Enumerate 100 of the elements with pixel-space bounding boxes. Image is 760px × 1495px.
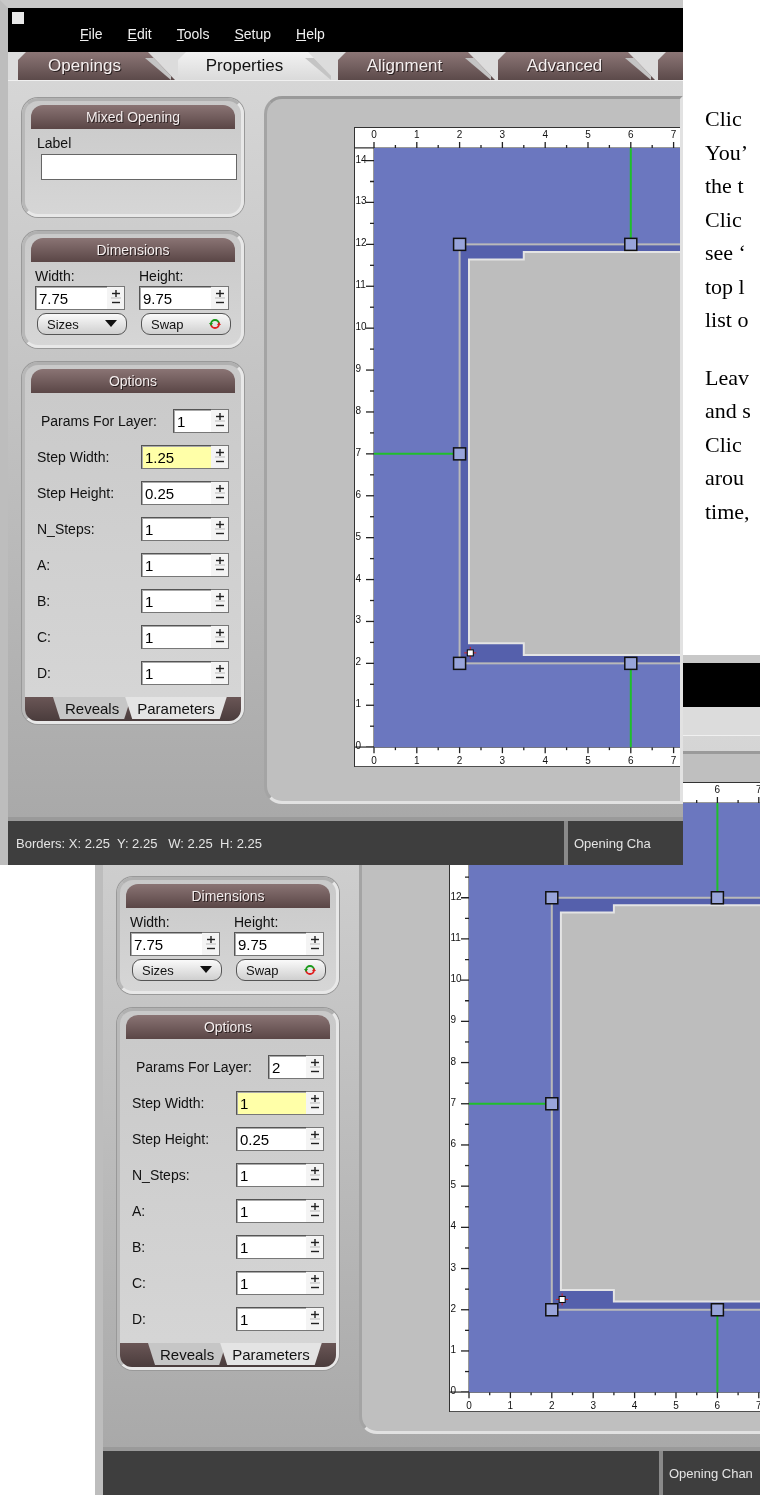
field-label: N_Steps: <box>37 521 95 537</box>
number-field[interactable]: 9.75 <box>139 286 211 310</box>
circular-arrows-icon <box>304 964 316 976</box>
ruler-label: 12 <box>450 890 462 902</box>
resize-handle[interactable] <box>545 1303 559 1317</box>
ruler-label: 7 <box>450 1096 457 1108</box>
caret-icon <box>105 320 117 328</box>
spin-button[interactable] <box>211 445 229 469</box>
field-label: N_Steps: <box>132 1167 190 1183</box>
number-field[interactable]: 1 <box>236 1307 306 1331</box>
number-field[interactable]: 1 <box>236 1271 306 1295</box>
number-field[interactable]: 1 <box>141 589 211 613</box>
field-label: B: <box>132 1239 146 1255</box>
number-field[interactable]: 1 <box>173 409 211 433</box>
ruler-label: 11 <box>355 279 366 291</box>
ruler-label: 7 <box>670 755 677 767</box>
ruler-label: 7 <box>355 446 362 458</box>
spin-button[interactable] <box>211 625 229 649</box>
number-field[interactable]: 1 <box>141 553 211 577</box>
ruler-label: 6 <box>450 1137 457 1149</box>
spin-button[interactable] <box>306 1235 324 1259</box>
ruler-label: 6 <box>628 129 634 140</box>
number-field[interactable]: 0.25 <box>141 481 211 505</box>
number-field[interactable]: 1 <box>141 625 211 649</box>
spin-button[interactable] <box>211 589 229 613</box>
resize-handle[interactable] <box>452 447 467 461</box>
ruler-label: 2 <box>355 656 362 668</box>
number-field[interactable]: 1 <box>236 1199 306 1223</box>
crosshair-handle[interactable] <box>555 1292 569 1306</box>
spin-button[interactable] <box>211 517 229 541</box>
spin-button[interactable] <box>202 932 220 956</box>
ruler-label: 0 <box>371 755 377 767</box>
spin-button[interactable] <box>306 1307 324 1331</box>
field-label: Params For Layer: <box>136 1059 252 1075</box>
spin-button[interactable] <box>306 1271 324 1295</box>
swap-button[interactable]: Swap <box>141 313 231 335</box>
number-field[interactable]: 1 <box>236 1235 306 1259</box>
swap-button[interactable]: Swap <box>236 959 326 981</box>
menu-item[interactable]: Edit <box>127 26 152 42</box>
number-field[interactable]: 9.75 <box>234 932 306 956</box>
spin-button[interactable] <box>306 1091 324 1115</box>
spin-button[interactable] <box>306 1199 324 1223</box>
resize-handle[interactable] <box>710 1303 725 1317</box>
spin-button[interactable] <box>211 553 229 577</box>
number-field[interactable]: 1 <box>141 661 211 685</box>
spin-button[interactable] <box>306 932 324 956</box>
menu-item[interactable]: Setup <box>234 26 271 42</box>
spin-button[interactable] <box>306 1055 324 1079</box>
menu-item[interactable]: File <box>80 26 103 42</box>
tab[interactable]: Openings <box>18 52 175 80</box>
ruler-label: 6 <box>714 1400 721 1412</box>
number-field[interactable]: 1 <box>236 1091 306 1115</box>
resize-handle[interactable] <box>545 891 559 905</box>
number-field[interactable]: 2 <box>268 1055 306 1079</box>
number-field[interactable]: 0.25 <box>236 1127 306 1151</box>
spin-button[interactable] <box>306 1127 324 1151</box>
tab[interactable]: Parameters <box>125 697 227 719</box>
spin-button[interactable] <box>211 409 229 433</box>
ruler-label: 0 <box>355 740 362 752</box>
spin-button[interactable] <box>306 1163 324 1187</box>
ruler-label: 2 <box>456 755 463 767</box>
tab[interactable]: Alignment <box>338 52 495 80</box>
field-label: Height: <box>139 268 185 284</box>
resize-handle[interactable] <box>624 237 638 252</box>
spin-button[interactable] <box>211 286 229 310</box>
spin-button[interactable] <box>211 661 229 685</box>
crosshair-handle[interactable] <box>463 646 477 660</box>
number-field[interactable]: 1 <box>236 1163 306 1187</box>
caret-icon <box>200 966 212 974</box>
tab[interactable]: Advanced <box>498 52 655 80</box>
ruler-label: 2 <box>456 129 463 140</box>
sizes-dropdown[interactable]: Sizes <box>37 313 127 335</box>
ruler-label: 3 <box>499 755 506 767</box>
number-field[interactable]: 1 <box>141 517 211 541</box>
number-field[interactable]: 1.25 <box>141 445 211 469</box>
menu-item[interactable]: Help <box>296 26 325 42</box>
spin-button[interactable] <box>211 481 229 505</box>
tab[interactable]: Parameters <box>220 1343 322 1365</box>
menu-item[interactable]: Tools <box>176 26 210 42</box>
resize-handle[interactable] <box>452 237 467 252</box>
text-line: the t <box>705 172 745 200</box>
ruler-label: 3 <box>499 129 506 140</box>
sizes-dropdown[interactable]: Sizes <box>132 959 222 981</box>
field-label: Width: <box>130 914 171 930</box>
resize-handle[interactable] <box>624 656 638 671</box>
spin-button[interactable] <box>107 286 125 310</box>
resize-handle[interactable] <box>452 656 467 671</box>
ruler-label: 1 <box>355 698 362 710</box>
resize-handle[interactable] <box>710 891 725 905</box>
text-line: Leav <box>705 363 750 392</box>
number-field[interactable]: 7.75 <box>130 932 202 956</box>
ruler-label: 7 <box>670 129 677 140</box>
ruler-label: 8 <box>355 404 362 416</box>
ruler-label: 2 <box>450 1302 457 1314</box>
ruler-label: 0 <box>466 1400 472 1412</box>
label-field[interactable] <box>41 154 237 180</box>
field-label: D: <box>37 665 51 681</box>
ruler-label: 8 <box>450 1055 457 1067</box>
resize-handle[interactable] <box>545 1097 559 1111</box>
number-field[interactable]: 7.75 <box>35 286 107 310</box>
